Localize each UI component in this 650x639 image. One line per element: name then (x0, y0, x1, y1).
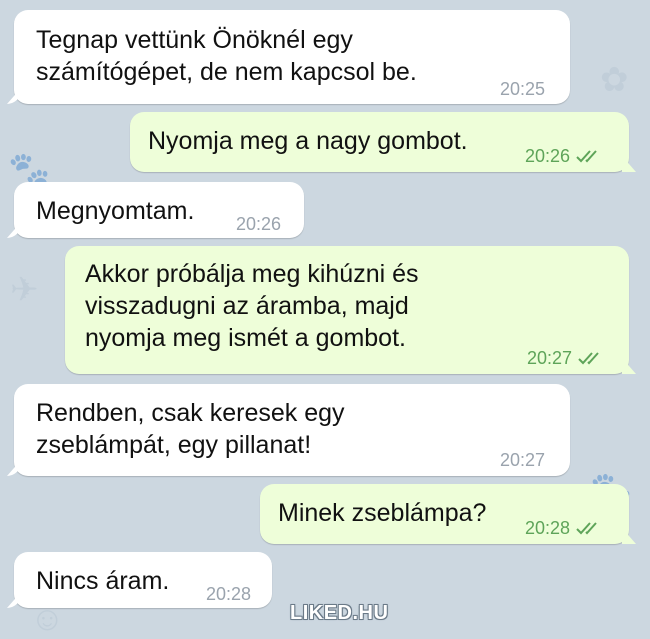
message-text: Akkor próbálja meg kihúzni és visszadugn… (85, 260, 419, 352)
message-time: 20:26 (525, 146, 571, 166)
message-meta: 20:25 (500, 73, 545, 105)
message-meta: 20:28 (206, 578, 251, 610)
chat-area: 🐾 ✈ ✿ 🐾 ☺ Tegnap vettünk Önöknél egy szá… (0, 0, 650, 638)
message-text: Tegnap vettünk Önöknél egy számítógépet,… (36, 26, 417, 86)
message-bubble-outgoing[interactable]: Minek zseblámpa? 20:28 (260, 484, 629, 544)
double-check-icon (576, 150, 597, 163)
message-text: Megnyomtam. (36, 197, 195, 225)
message-meta: 20:27 (500, 444, 545, 476)
double-check-icon (578, 352, 599, 365)
message-meta: 20:28 (525, 512, 602, 544)
swirl-icon: ✿ (600, 61, 629, 99)
double-check-icon (576, 522, 597, 535)
message-meta: 20:27 (527, 342, 604, 374)
message-text: Rendben, csak keresek egy zseblámpát, eg… (36, 399, 345, 459)
message-bubble-incoming[interactable]: Megnyomtam. 20:26 (14, 182, 304, 238)
message-text: Minek zseblámpa? (278, 499, 487, 527)
message-bubble-incoming[interactable]: Nincs áram. 20:28 (14, 552, 272, 608)
message-time: 20:26 (236, 214, 282, 234)
message-meta: 20:26 (525, 140, 602, 172)
message-time: 20:27 (527, 348, 573, 368)
paper-plane-icon: ✈ (10, 271, 39, 309)
message-time: 20:28 (525, 518, 571, 538)
watermark-logo: LIKED.HU (290, 602, 389, 624)
message-time: 20:25 (500, 79, 546, 99)
message-bubble-outgoing[interactable]: Nyomja meg a nagy gombot. 20:26 (130, 112, 629, 172)
message-time: 20:27 (500, 450, 546, 470)
message-time: 20:28 (206, 584, 252, 604)
message-text: Nincs áram. (36, 567, 170, 595)
message-bubble-outgoing[interactable]: Akkor próbálja meg kihúzni és visszadugn… (65, 246, 629, 374)
message-bubble-incoming[interactable]: Tegnap vettünk Önöknél egy számítógépet,… (14, 10, 570, 104)
message-text: Nyomja meg a nagy gombot. (148, 127, 468, 155)
message-bubble-incoming[interactable]: Rendben, csak keresek egy zseblámpát, eg… (14, 384, 570, 476)
message-meta: 20:26 (236, 208, 281, 240)
